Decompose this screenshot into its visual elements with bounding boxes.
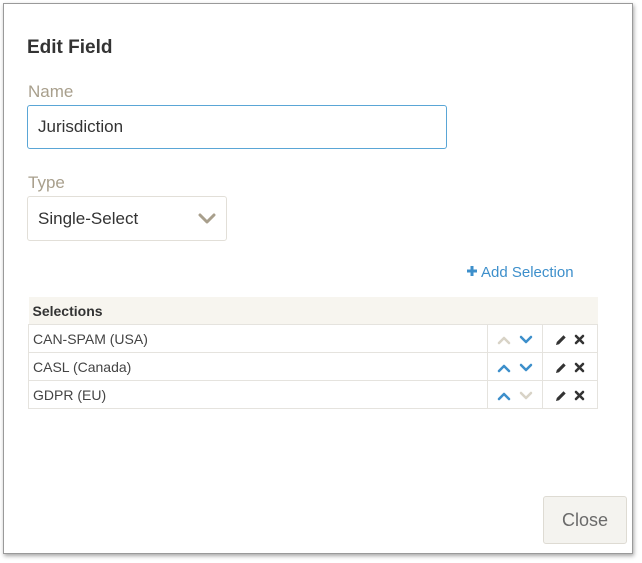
close-button[interactable]: Close bbox=[543, 496, 627, 544]
type-select-value: Single-Select bbox=[38, 208, 139, 228]
pencil-icon[interactable] bbox=[555, 362, 567, 374]
close-icon[interactable] bbox=[574, 390, 585, 401]
order-controls bbox=[487, 352, 543, 381]
add-selection-label: Add Selection bbox=[481, 264, 574, 281]
close-icon[interactable] bbox=[574, 362, 585, 373]
type-select[interactable]: Single-Select bbox=[27, 196, 227, 241]
row-actions bbox=[542, 352, 598, 381]
name-input[interactable] bbox=[27, 105, 447, 149]
chevron-down-icon bbox=[519, 391, 533, 401]
order-controls bbox=[487, 324, 543, 353]
row-actions bbox=[542, 324, 598, 353]
table-row: CAN-SPAM (USA) bbox=[28, 324, 598, 353]
table-row: GDPR (EU) bbox=[28, 380, 598, 409]
chevron-up-icon[interactable] bbox=[497, 391, 511, 401]
row-actions bbox=[542, 380, 598, 409]
chevron-down-icon[interactable] bbox=[519, 363, 533, 373]
close-icon[interactable] bbox=[574, 334, 585, 345]
chevron-up-icon[interactable] bbox=[497, 363, 511, 373]
plus-icon bbox=[466, 264, 478, 281]
table-row: CASL (Canada) bbox=[28, 352, 598, 381]
chevron-down-icon bbox=[198, 213, 216, 225]
table-header-row: Selections bbox=[28, 297, 598, 325]
order-controls bbox=[487, 380, 543, 409]
selections-header: Selections bbox=[28, 297, 598, 325]
selection-label: GDPR (EU) bbox=[28, 380, 488, 409]
pencil-icon[interactable] bbox=[555, 334, 567, 346]
chevron-up-icon bbox=[497, 335, 511, 345]
type-label: Type bbox=[28, 173, 65, 192]
selection-label: CASL (Canada) bbox=[28, 352, 488, 381]
pencil-icon[interactable] bbox=[555, 390, 567, 402]
add-selection-link[interactable]: Add Selection bbox=[466, 264, 574, 281]
selections-table: Selections CAN-SPAM (USA) CASL (Canada) … bbox=[28, 297, 598, 409]
dialog-title: Edit Field bbox=[27, 37, 113, 58]
selection-label: CAN-SPAM (USA) bbox=[28, 324, 488, 353]
edit-field-dialog: Edit Field Name Type Single-Select Add S… bbox=[3, 3, 633, 554]
name-label: Name bbox=[28, 82, 74, 101]
chevron-down-icon[interactable] bbox=[519, 335, 533, 345]
